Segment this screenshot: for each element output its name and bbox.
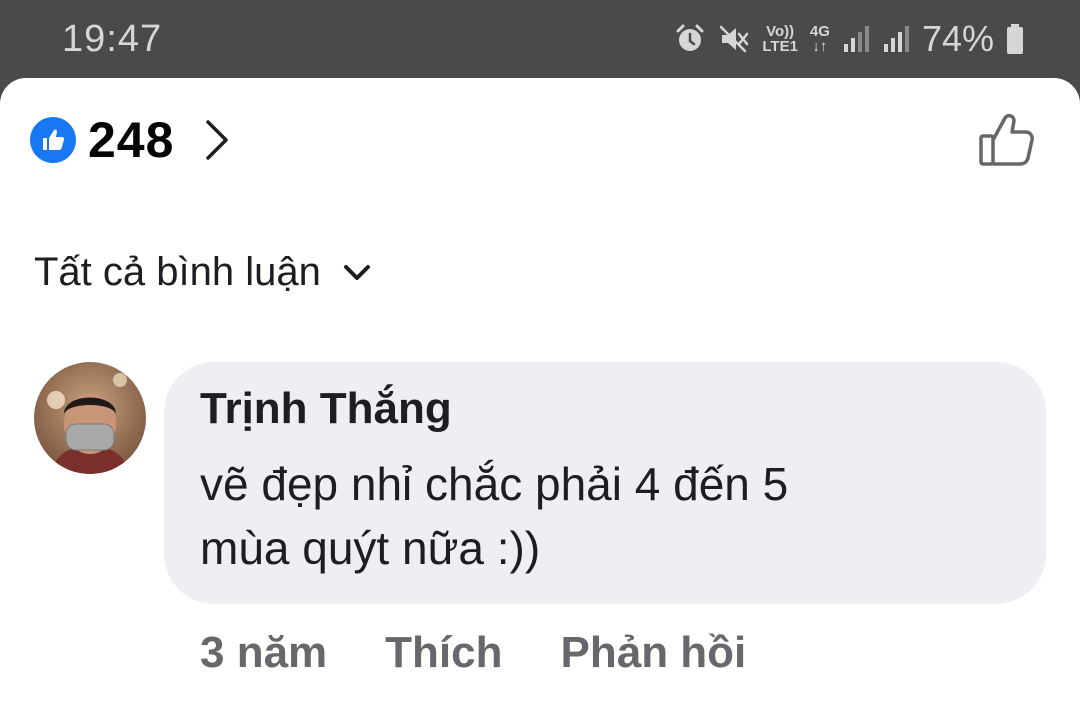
like-outline-icon[interactable] [978, 112, 1036, 173]
battery-percent: 74% [921, 18, 994, 59]
volte-indicator: Vo)) LTE1 [762, 24, 798, 54]
comment-actions: 3 năm Thích Phản hồi [200, 628, 804, 678]
alarm-icon [676, 24, 704, 51]
like-thumb-icon [30, 117, 76, 163]
status-bar: 19:47 Vo)) LTE1 4G ↓↑ 74% [0, 0, 1080, 78]
reactions-summary[interactable]: 248 [30, 112, 230, 168]
comments-filter-label: Tất cả bình luận [34, 250, 321, 294]
signal-icon [843, 26, 869, 52]
data-arrows-icon: ↓↑ [812, 38, 828, 55]
comment-text-line-1: vẽ đẹp nhỉ chắc phải 4 đến 5 [200, 458, 789, 510]
mute-icon [720, 25, 749, 53]
like-comment-button[interactable]: Thích [385, 628, 502, 678]
chevron-down-icon [343, 264, 371, 282]
lte-label: LTE1 [762, 38, 798, 55]
status-icons: Vo)) LTE1 4G ↓↑ 74% [674, 16, 1024, 62]
battery-icon [1007, 24, 1023, 54]
comments-filter-dropdown[interactable]: Tất cả bình luận [34, 250, 371, 295]
network-type-indicator: 4G ↓↑ [810, 24, 830, 54]
comment-text: vẽ đẹp nhỉ chắc phải 4 đến 5 mùa quýt nữ… [200, 452, 1000, 580]
reply-comment-button[interactable]: Phản hồi [561, 628, 747, 678]
avatar[interactable] [34, 362, 146, 474]
comment-timestamp[interactable]: 3 năm [200, 628, 327, 678]
comment-author[interactable]: Trịnh Thắng [200, 384, 452, 434]
volte-label: Vo)) [766, 23, 795, 40]
comment-text-line-2: mùa quýt nữa :)) [200, 522, 541, 574]
chevron-right-icon[interactable] [204, 118, 230, 162]
signal-icon-sim2 [883, 26, 909, 52]
like-count: 248 [88, 112, 175, 168]
status-time: 19:47 [62, 18, 163, 60]
comment-bubble: Trịnh Thắng vẽ đẹp nhỉ chắc phải 4 đến 5… [164, 362, 1046, 604]
network-type-label: 4G [809, 23, 830, 40]
comments-sheet: 248 Tất cả bình luận Trịnh Thắng vẽ đẹp … [0, 78, 1080, 702]
